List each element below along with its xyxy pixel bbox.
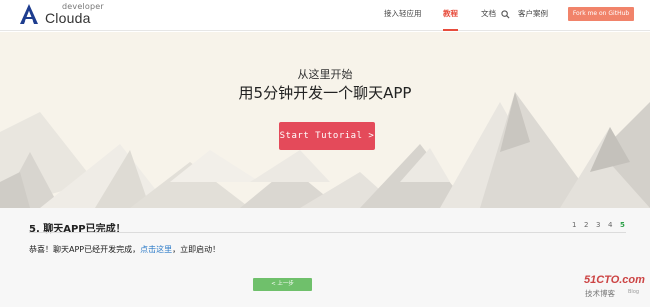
- start-tutorial-button[interactable]: Start Tutorial >: [279, 122, 375, 150]
- completion-message: 恭喜！聊天APP已经开发完成，点击这里，立即启动！: [29, 244, 220, 255]
- nav-item-tutorial[interactable]: 教程: [443, 0, 458, 31]
- watermark-logo-text: 51CTO.com: [584, 274, 645, 286]
- message-text: 恭喜！聊天APP已经开发完成，: [29, 245, 141, 254]
- fork-on-github-button[interactable]: Fork me on GitHub: [568, 7, 634, 21]
- hero-title: 用5分钟开发一个聊天APP: [238, 84, 412, 102]
- hero-mountains-illustration: [0, 92, 650, 208]
- nav-item-light-app[interactable]: 接入轻应用: [384, 0, 422, 31]
- start-app-link[interactable]: 点击这里: [140, 245, 172, 254]
- divider: [29, 232, 626, 233]
- site-watermark: 51CTO.com 技术博客 Blog: [584, 274, 648, 304]
- nav-item-customer-cases[interactable]: 客户案例: [518, 0, 548, 31]
- previous-step-button[interactable]: < 上一步: [253, 278, 312, 291]
- hero-banner: 从这里开始 用5分钟开发一个聊天APP Start Tutorial >: [0, 32, 650, 208]
- nav-item-docs[interactable]: 文档: [481, 0, 496, 31]
- pager-item-3[interactable]: 3: [596, 221, 600, 229]
- pager-item-5-current[interactable]: 5: [620, 221, 625, 229]
- clouda-a-logo-icon: [20, 4, 38, 24]
- message-suffix: ，立即启动！: [172, 245, 221, 254]
- logo-name: Clouda: [45, 10, 91, 26]
- pager-item-4[interactable]: 4: [608, 221, 612, 229]
- top-navbar: developer Clouda 接入轻应用 教程 文档 客户案例 Fork m…: [0, 0, 650, 31]
- pager-item-1[interactable]: 1: [572, 221, 576, 229]
- hero-subtitle: 从这里开始: [297, 68, 353, 81]
- tutorial-step-panel: 5. 聊天APP已完成！ 1 2 3 4 5 恭喜！聊天APP已经开发完成，点击…: [0, 208, 650, 307]
- watermark-blog-label: Blog: [628, 289, 640, 295]
- search-icon[interactable]: [501, 10, 510, 19]
- site-logo[interactable]: developer Clouda: [18, 2, 128, 28]
- pager-item-2[interactable]: 2: [584, 221, 588, 229]
- watermark-subtitle: 技术博客: [585, 289, 615, 298]
